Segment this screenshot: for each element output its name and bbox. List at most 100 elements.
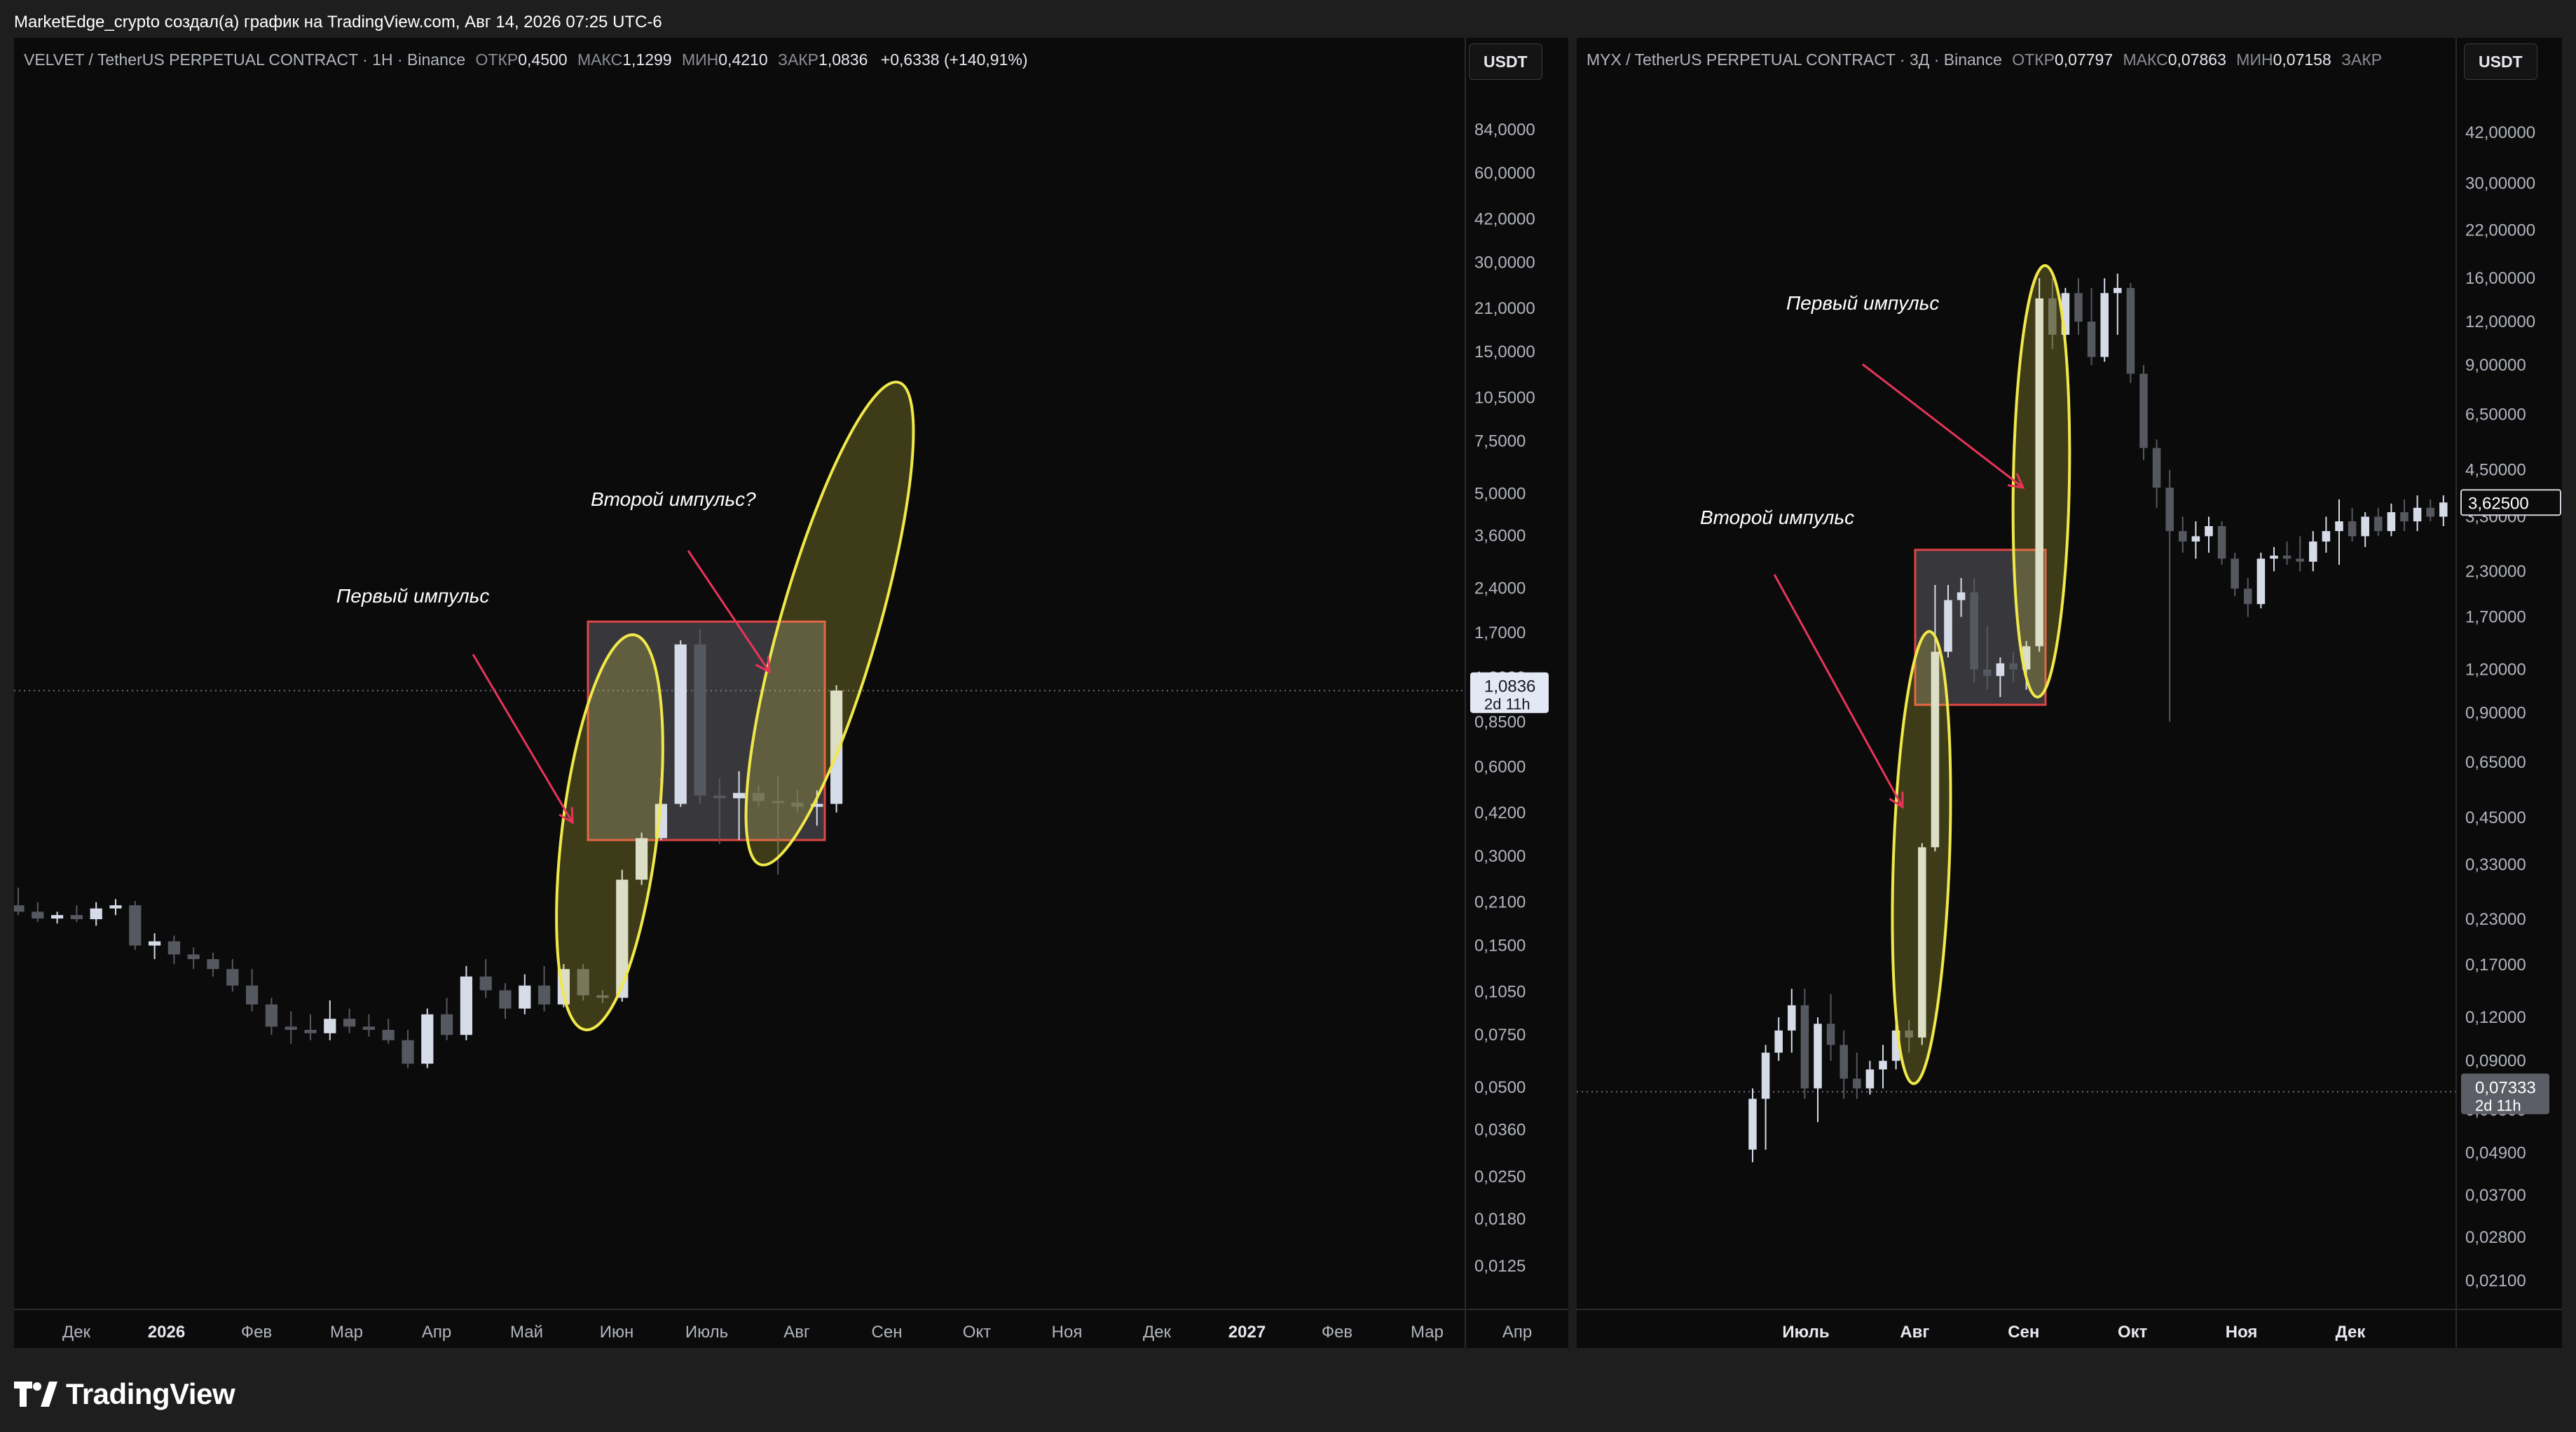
candle-body xyxy=(245,985,259,1005)
candle-body xyxy=(2113,288,2122,294)
price-tick-label: 0,0500 xyxy=(1474,1078,1526,1097)
last-price-value: 3,62500 xyxy=(2468,494,2529,513)
time-axis-divider xyxy=(1577,1309,2562,1310)
price-tick-label: 4,50000 xyxy=(2465,461,2526,480)
candle-body xyxy=(1957,592,1966,600)
low-label: МИН xyxy=(681,50,719,69)
candle-body xyxy=(129,905,142,946)
candle-body xyxy=(674,644,687,804)
candle-body xyxy=(2179,531,2187,542)
candle-body xyxy=(694,644,706,796)
candle-body xyxy=(537,985,551,1005)
candle-body xyxy=(50,915,64,919)
impulse-ellipse xyxy=(1891,630,1952,1085)
price-tick-label: 0,23000 xyxy=(2465,910,2526,929)
candle-body xyxy=(2126,288,2135,374)
chart-panel-myx[interactable]: 42,00000 30,00000 22,00000 16,00000 12,00000… xyxy=(1577,38,2562,1348)
time-tick-label: Ноя xyxy=(1052,1323,1083,1342)
candle-body xyxy=(2413,507,2422,522)
price-tick-label: 0,09000 xyxy=(2465,1052,2526,1070)
price-tick-label: 0,12000 xyxy=(2465,1008,2526,1027)
currency-button[interactable]: USDT xyxy=(2464,43,2537,80)
candle-body xyxy=(2256,558,2266,605)
candle-body xyxy=(2309,541,2317,562)
candle-body xyxy=(207,959,219,970)
tradingview-wordmark: TradingView xyxy=(66,1377,235,1410)
price-tick-label: 42,0000 xyxy=(1474,210,1535,229)
candle-body xyxy=(499,990,512,1009)
price-tick-label: 0,3000 xyxy=(1474,847,1526,866)
price-tick-label: 0,1500 xyxy=(1474,937,1526,956)
candle-body xyxy=(109,905,122,909)
candle-body xyxy=(2322,531,2331,542)
price-tick-label: 2,30000 xyxy=(2465,562,2526,581)
price-tick-label: 0,0180 xyxy=(1474,1210,1526,1229)
price-tick-label: 2,4000 xyxy=(1474,579,1526,598)
price-tick-label: 0,33000 xyxy=(2465,855,2526,874)
price-tick-label: 0,8500 xyxy=(1474,712,1526,731)
countdown-label: 2d 11h xyxy=(2475,1096,2521,1114)
open-label: ОТКР xyxy=(2012,50,2055,69)
time-tick-label: Ноя xyxy=(2226,1323,2258,1342)
price-tick-label: 0,65000 xyxy=(2465,753,2526,772)
symbol-title: MYX / TetherUS PERPETUAL CONTRACT · 3Д ·… xyxy=(1587,50,2002,69)
time-axis: Июль Авг Сен Окт Ноя Дек xyxy=(1782,1323,2366,1342)
time-tick-label: Дек xyxy=(2336,1323,2366,1342)
candle-body xyxy=(1996,663,2005,676)
price-tick-label: 60,0000 xyxy=(1474,164,1535,183)
high-value: 0,07863 xyxy=(2167,50,2226,69)
price-tick-label: 0,02800 xyxy=(2465,1228,2526,1247)
price-tick-label: 21,0000 xyxy=(1474,299,1535,318)
time-tick-label: Сен xyxy=(872,1323,903,1342)
currency-button[interactable]: USDT xyxy=(1469,43,1542,80)
candle-body xyxy=(2231,558,2239,589)
price-tick-label: 42,00000 xyxy=(2465,123,2535,142)
price-tick-label: 15,0000 xyxy=(1474,343,1535,362)
low-label: МИН xyxy=(2236,50,2273,69)
price-axis: 42,00000 30,00000 22,00000 16,00000 12,00000… xyxy=(2465,123,2535,1290)
candle-body xyxy=(1970,592,1978,670)
candle-body xyxy=(2270,556,2278,559)
close-label: ЗАКР xyxy=(2341,50,2383,69)
candle-body xyxy=(2087,322,2096,357)
time-axis: Дек 2026 Фев Мар Апр Май Июн Июль Авг Сен Окт Ноя Де… xyxy=(62,1323,1532,1342)
tradingview-logo[interactable]: TradingView xyxy=(14,1373,235,1415)
close-label: ЗАКР xyxy=(778,50,819,69)
current-price-label: 1,08362d 11h xyxy=(1470,672,1549,713)
price-label-value: 0,07333 xyxy=(2475,1078,2536,1097)
candle-body xyxy=(2361,516,2369,537)
candle-body xyxy=(2439,502,2448,517)
annotation-label: Первый импульс xyxy=(336,585,489,607)
candle-body xyxy=(2244,588,2252,605)
price-label-value: 1,0836 xyxy=(1484,677,1535,696)
price-tick-label: 7,5000 xyxy=(1474,432,1526,451)
candle-body xyxy=(187,954,200,960)
candle-body xyxy=(1983,669,1992,676)
candle-body xyxy=(1944,600,1952,652)
candle-body xyxy=(2100,293,2109,357)
chart-panel-velvet[interactable]: 84,0000 60,0000 42,0000 30,0000 21,0000 15,00… xyxy=(14,38,1568,1348)
arrow-shaft xyxy=(1773,574,1904,808)
price-tick-label: 22,00000 xyxy=(2465,221,2535,240)
time-tick-label: Апр xyxy=(422,1323,451,1342)
candle-body xyxy=(732,792,746,799)
price-tick-label: 30,00000 xyxy=(2465,174,2535,193)
candle-body xyxy=(14,905,25,912)
price-tick-label: 0,45000 xyxy=(2465,808,2526,827)
candle-body xyxy=(265,1004,278,1027)
symbol-legend: VELVET / TetherUS PERPETUAL CONTRACT · 1… xyxy=(24,48,1028,71)
candle-body xyxy=(2335,521,2343,532)
candle-body xyxy=(226,969,239,986)
candle-body xyxy=(1879,1061,1887,1070)
time-axis-divider xyxy=(14,1309,1568,1310)
velvet-chart-canvas[interactable]: 84,0000 60,0000 42,0000 30,0000 21,0000 15,00… xyxy=(14,38,1568,1348)
price-tick-label: 0,1050 xyxy=(1474,982,1526,1001)
annotation-arrow xyxy=(1862,363,2025,489)
myx-chart-canvas[interactable]: 42,00000 30,00000 22,00000 16,00000 12,00000… xyxy=(1577,38,2562,1348)
candle-body xyxy=(2426,507,2434,517)
time-tick-label: Сен xyxy=(2008,1323,2039,1342)
countdown-label: 2d 11h xyxy=(1484,696,1530,713)
current-price-label: 0,073332d 11h xyxy=(2461,1073,2549,1115)
open-label: ОТКР xyxy=(475,50,519,69)
price-axis-divider xyxy=(2455,38,2457,1348)
